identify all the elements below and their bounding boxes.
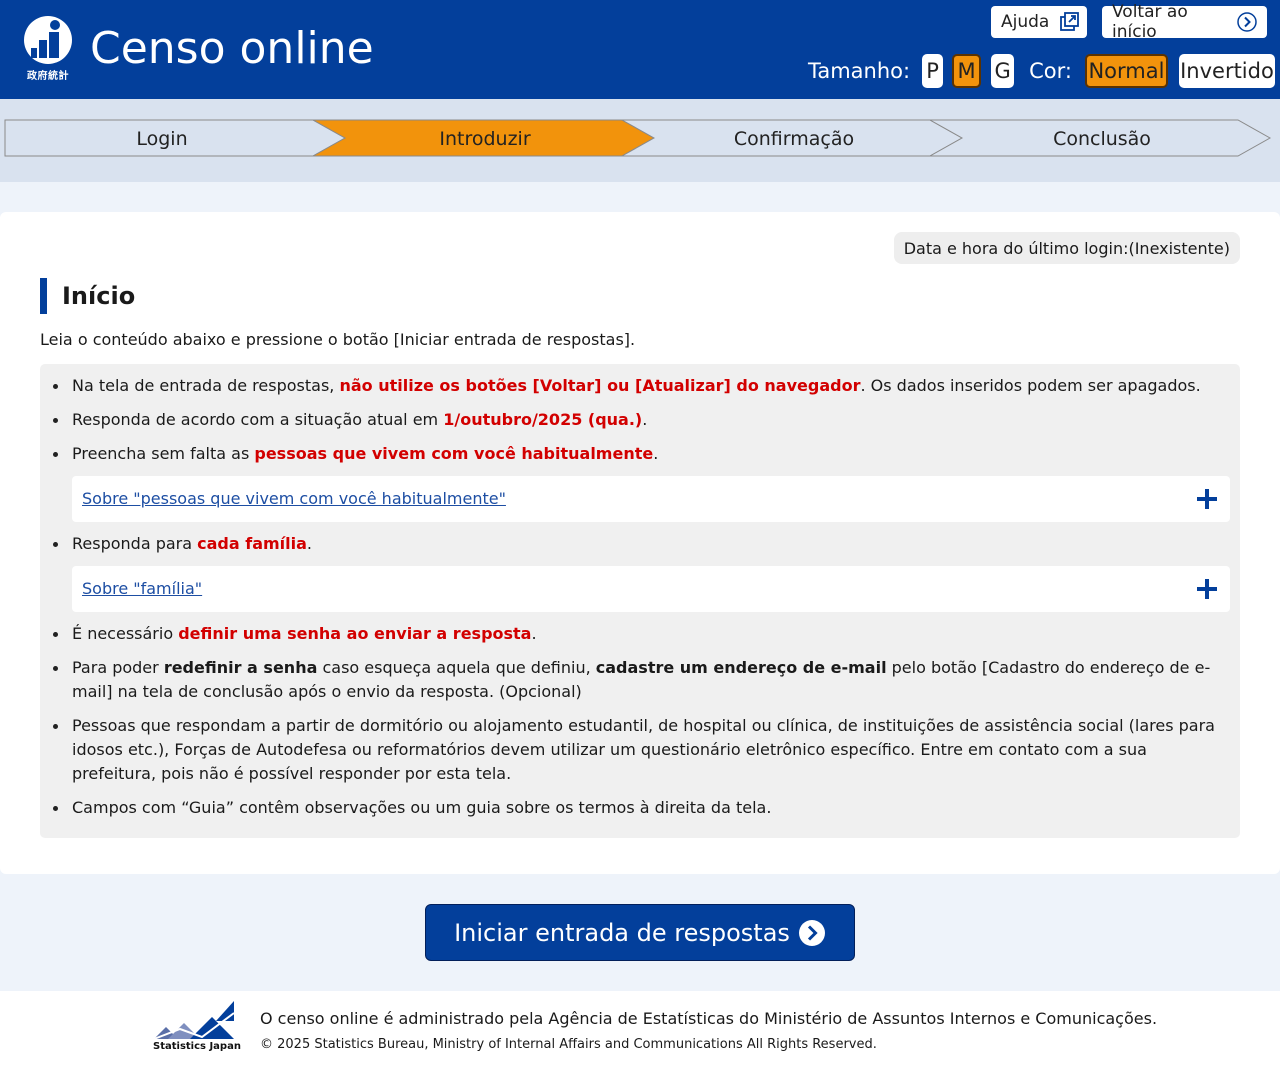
note-6-text-c: caso esqueça aquela que definiu, [317, 658, 596, 677]
note-reference-date: Responda de acordo com a situação atual … [53, 408, 1230, 432]
note-4-highlight: cada família [197, 534, 307, 553]
note-2-date: 1/outubro/2025 (qua.) [443, 410, 643, 429]
note-3-text-a: Preencha sem falta as [72, 444, 255, 463]
note-special-institutions: Pessoas que respondam a partir de dormit… [53, 714, 1230, 786]
note-5-text-a: É necessário [72, 624, 179, 643]
chevron-right-icon [1237, 12, 1257, 32]
intro-text: Leia o conteúdo abaixo e pressione o bot… [40, 330, 636, 349]
site-header: 政府統計 Censo online Ajuda Voltar ao início… [0, 0, 1280, 99]
start-answers-button[interactable]: Iniciar entrada de respostas [425, 904, 855, 961]
site-title: Censo online [90, 23, 374, 74]
note-email: Para poder redefinir a senha caso esqueç… [53, 656, 1230, 704]
notes-list: Na tela de entrada de respostas, não uti… [53, 374, 1230, 466]
government-statistics-logo[interactable]: 政府統計 [22, 16, 74, 82]
note-4-text-a: Responda para [72, 534, 198, 553]
note-5-text-c: . [531, 624, 537, 643]
back-to-home-button[interactable]: Voltar ao início [1102, 2, 1267, 42]
note-no-browser-buttons: Na tela de entrada de respostas, não uti… [53, 374, 1230, 398]
step-introduzir: Introduzir [439, 128, 531, 150]
note-password: É necessário definir uma senha ao enviar… [53, 622, 1230, 646]
note-each-family: Responda para cada família. [53, 532, 1230, 556]
accordion-usual-residents[interactable]: Sobre "pessoas que vivem com você habitu… [72, 476, 1230, 522]
note-6-bold-1: redefinir a senha [163, 658, 318, 677]
accordion-family[interactable]: Sobre "família" [72, 566, 1230, 612]
size-large-button[interactable]: G [991, 54, 1015, 88]
note-1-text-a: Na tela de entrada de respostas, [72, 376, 340, 395]
note-3-highlight: pessoas que vivem com você habitualmente [254, 444, 654, 463]
main-content-card: Data e hora do último login:(Inexistente… [0, 212, 1280, 874]
step-conclusao: Conclusão [1053, 128, 1151, 150]
size-label: Tamanho: [808, 59, 911, 83]
chevron-right-icon [798, 919, 826, 947]
note-2-text-a: Responda de acordo com a situação atual … [72, 410, 444, 429]
note-4-text-c: . [306, 534, 313, 553]
footer-copyright: © 2025 Statistics Bureau, Ministry of In… [260, 1037, 877, 1052]
logo-caption: 政府統計 [27, 71, 69, 82]
last-login-info: Data e hora do último login:(Inexistente… [893, 232, 1240, 264]
color-inverted-button[interactable]: Invertido [1178, 54, 1275, 88]
external-link-icon [1059, 12, 1080, 32]
help-button[interactable]: Ajuda [991, 6, 1087, 38]
color-label: Cor: [1029, 59, 1072, 83]
plus-icon[interactable] [1196, 578, 1218, 600]
note-6-text-a: Para poder [72, 658, 164, 677]
note-usual-residents: Preencha sem falta as pessoas que vivem … [53, 442, 1230, 466]
note-guide-fields: Campos com “Guia” contêm observações ou … [53, 796, 1230, 820]
back-to-home-label: Voltar ao início [1112, 2, 1188, 42]
page-title: Início [40, 278, 135, 314]
note-2-text-c: . [642, 410, 648, 429]
note-5-highlight: definir uma senha ao enviar a resposta [178, 624, 532, 643]
font-size-control: Tamanho: P M G Cor: Normal Invertido [808, 52, 1275, 90]
note-1-warning: não utilize os botões [Voltar] ou [Atual… [339, 376, 861, 395]
note-3-text-c: . [653, 444, 659, 463]
plus-icon[interactable] [1196, 488, 1218, 510]
start-answers-label: Iniciar entrada de respostas [454, 918, 790, 947]
accordion-family-link[interactable]: Sobre "família" [82, 577, 202, 601]
notes-list-2: Responda para cada família. [53, 532, 1230, 556]
size-small-button[interactable]: P [922, 54, 944, 88]
statistics-japan-caption: Statistics Japan [153, 1041, 241, 1052]
color-normal-button[interactable]: Normal [1084, 54, 1168, 88]
note-1-text-c: . Os dados inseridos podem ser apagados. [860, 376, 1201, 395]
size-medium-button[interactable]: M [952, 54, 982, 88]
notes-list-3: É necessário definir uma senha ao enviar… [53, 622, 1230, 820]
footer-text: O censo online é administrado pela Agênc… [260, 1009, 1158, 1028]
logo-icon [24, 16, 72, 64]
notes-panel: Na tela de entrada de respostas, não uti… [40, 364, 1240, 838]
step-login: Login [136, 128, 188, 150]
site-footer: Statistics Japan O censo online é admini… [0, 991, 1280, 1073]
accordion-usual-residents-link[interactable]: Sobre "pessoas que vivem com você habitu… [82, 487, 506, 511]
help-label: Ajuda [1001, 12, 1050, 32]
step-confirmacao: Confirmação [733, 128, 855, 150]
note-6-bold-2: cadastre um endereço de e-mail [595, 658, 887, 677]
